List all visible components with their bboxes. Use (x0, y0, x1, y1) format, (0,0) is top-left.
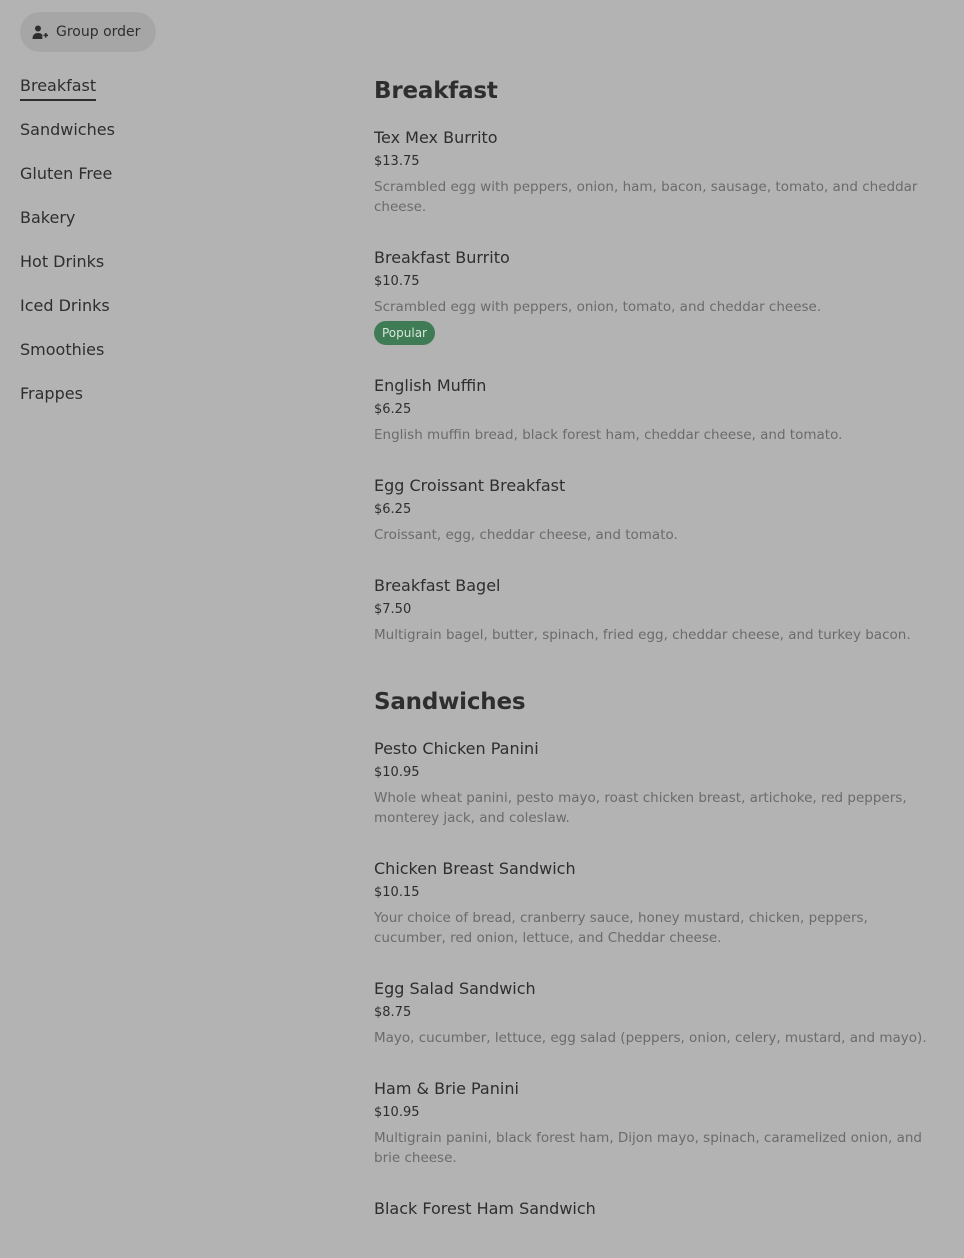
item-description: Multigrain panini, black forest ham, Dij… (374, 1130, 922, 1166)
item-description: Croissant, egg, cheddar cheese, and toma… (374, 527, 678, 543)
sidebar-item-iced-drinks[interactable]: Iced Drinks (20, 292, 320, 336)
sidebar-item-label: Smoothies (20, 340, 105, 359)
menu-item[interactable]: Breakfast Burrito $10.75 Scrambled egg w… (374, 247, 940, 345)
menu-item[interactable]: Pesto Chicken Panini $10.95 Whole wheat … (374, 738, 940, 828)
item-name: Pesto Chicken Panini (374, 739, 539, 758)
item-price: $13.75 (374, 154, 420, 169)
menu-item[interactable]: Breakfast Bagel $7.50 Multigrain bagel, … (374, 575, 940, 645)
sidebar-item-bakery[interactable]: Bakery (20, 204, 320, 248)
section-breakfast: Breakfast Tex Mex Burrito $13.75 Scrambl… (374, 72, 940, 645)
menu-item[interactable]: Black Forest Ham Sandwich (374, 1198, 940, 1220)
section-title: Breakfast (374, 78, 498, 104)
section-sandwiches: Sandwiches Pesto Chicken Panini $10.95 W… (374, 683, 940, 1220)
section-title: Sandwiches (374, 689, 526, 715)
item-name: Egg Salad Sandwich (374, 979, 536, 998)
menu-content: Breakfast Tex Mex Burrito $13.75 Scrambl… (374, 72, 940, 1258)
item-name: Egg Croissant Breakfast (374, 476, 566, 495)
item-price: $7.50 (374, 602, 412, 617)
sidebar-item-label: Bakery (20, 208, 76, 227)
group-order-button[interactable]: Group order (20, 12, 157, 52)
item-name: Tex Mex Burrito (374, 128, 498, 147)
sidebar-item-gluten-free[interactable]: Gluten Free (20, 160, 320, 204)
sidebar-item-label: Iced Drinks (20, 296, 110, 315)
item-price: $8.75 (374, 1005, 412, 1020)
sidebar-item-label: Breakfast (20, 73, 97, 101)
item-description: Your choice of bread, cranberry sauce, h… (374, 910, 868, 946)
item-description: Mayo, cucumber, lettuce, egg salad (pepp… (374, 1030, 927, 1046)
item-name: Chicken Breast Sandwich (374, 859, 576, 878)
item-description: English muffin bread, black forest ham, … (374, 427, 843, 443)
item-price: $6.25 (374, 402, 412, 417)
item-price: $10.95 (374, 765, 420, 780)
menu-item[interactable]: English Muffin $6.25 English muffin brea… (374, 375, 940, 445)
person-add-icon (32, 24, 48, 40)
item-price: $10.15 (374, 885, 420, 900)
sidebar-item-smoothies[interactable]: Smoothies (20, 336, 320, 380)
menu-item[interactable]: Egg Salad Sandwich $8.75 Mayo, cucumber,… (374, 978, 940, 1048)
item-name: English Muffin (374, 376, 487, 395)
sidebar-item-hot-drinks[interactable]: Hot Drinks (20, 248, 320, 292)
menu-item[interactable]: Tex Mex Burrito $13.75 Scrambled egg wit… (374, 127, 940, 217)
item-price: $10.95 (374, 1105, 420, 1120)
sidebar-item-sandwiches[interactable]: Sandwiches (20, 116, 320, 160)
sidebar-item-label: Sandwiches (20, 120, 115, 139)
sidebar-item-breakfast[interactable]: Breakfast (20, 72, 320, 116)
menu-item[interactable]: Chicken Breast Sandwich $10.15 Your choi… (374, 858, 940, 948)
item-name: Ham & Brie Panini (374, 1079, 519, 1098)
item-description: Whole wheat panini, pesto mayo, roast ch… (374, 790, 907, 826)
sidebar-item-label: Gluten Free (20, 164, 113, 183)
sidebar-item-label: Frappes (20, 384, 83, 403)
item-description: Scrambled egg with peppers, onion, ham, … (374, 179, 918, 215)
item-price: $6.25 (374, 502, 412, 517)
item-description: Scrambled egg with peppers, onion, tomat… (374, 299, 822, 315)
sidebar-item-label: Hot Drinks (20, 252, 105, 271)
item-price: $10.75 (374, 274, 420, 289)
item-name: Breakfast Burrito (374, 248, 510, 267)
menu-item[interactable]: Ham & Brie Panini $10.95 Multigrain pani… (374, 1078, 940, 1168)
item-name: Breakfast Bagel (374, 576, 501, 595)
popular-badge: Popular (374, 321, 435, 345)
item-name: Black Forest Ham Sandwich (374, 1199, 596, 1218)
sidebar-item-frappes[interactable]: Frappes (20, 380, 320, 424)
category-sidebar: Breakfast Sandwiches Gluten Free Bakery … (20, 72, 320, 424)
group-order-label: Group order (56, 24, 141, 40)
menu-item[interactable]: Egg Croissant Breakfast $6.25 Croissant,… (374, 475, 940, 545)
item-description: Multigrain bagel, butter, spinach, fried… (374, 627, 911, 643)
